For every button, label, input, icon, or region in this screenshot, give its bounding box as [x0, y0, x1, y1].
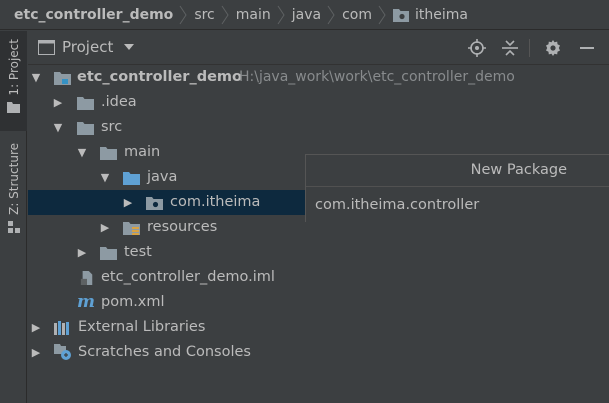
tree-label-test: test [124, 244, 152, 260]
chevron-right-icon [277, 5, 285, 24]
chevron-right-icon [221, 5, 229, 24]
package-folder-icon [393, 8, 409, 22]
tree-label-src: src [101, 119, 123, 135]
gear-icon[interactable] [544, 39, 562, 57]
expand-arrow-icon[interactable]: ▶ [99, 215, 111, 240]
tree-label-scratches: Scratches and Consoles [78, 344, 251, 360]
tree-label-external-libraries: External Libraries [78, 319, 206, 335]
expand-arrow-icon[interactable]: ▼ [52, 115, 64, 140]
breadcrumb-src[interactable]: src [194, 7, 214, 23]
package-folder-icon [146, 197, 163, 210]
tree-label-pom: pom.xml [101, 294, 165, 310]
new-package-dialog: New Package [305, 154, 609, 222]
locate-icon[interactable] [468, 39, 486, 57]
chevron-right-icon [179, 5, 187, 24]
expand-arrow-icon[interactable]: ▶ [122, 190, 134, 215]
folder-icon [100, 247, 117, 260]
breadcrumb-java[interactable]: java [292, 7, 321, 23]
expand-arrow-icon[interactable]: ▶ [52, 90, 64, 115]
expand-arrow-icon[interactable]: ▶ [30, 315, 42, 340]
expand-arrow-icon[interactable]: ▶ [76, 240, 88, 265]
tree-label-idea: .idea [101, 94, 137, 110]
breadcrumb-main[interactable]: main [236, 7, 271, 23]
project-folder-icon [38, 40, 55, 55]
folder-icon [100, 147, 117, 160]
tree-row-iml[interactable]: etc_controller_demo.iml [28, 265, 609, 290]
tool-window-strip: 1: Project Z: Structure [0, 31, 27, 403]
tree-row-scratches[interactable]: ▶ Scratches and Consoles [28, 340, 609, 365]
libraries-icon [54, 321, 69, 335]
chevron-right-icon [378, 5, 386, 24]
expand-arrow-icon[interactable]: ▼ [30, 65, 42, 90]
tree-label-resources: resources [147, 219, 218, 235]
collapse-all-icon[interactable] [501, 39, 519, 57]
tree-row-test[interactable]: ▶ test [28, 240, 609, 265]
tree-label-main: main [124, 144, 161, 160]
folder-icon [77, 97, 94, 110]
structure-tool-button[interactable]: Z: Structure [0, 143, 27, 243]
tree-label-java: java [147, 169, 178, 185]
resources-folder-icon [123, 222, 140, 235]
expand-arrow-icon[interactable]: ▼ [99, 165, 111, 190]
tree-row-external-libraries[interactable]: ▶ External Libraries [28, 315, 609, 340]
iml-file-icon [80, 271, 93, 285]
package-name-input[interactable] [306, 188, 609, 222]
folder-icon [7, 101, 20, 113]
scratches-icon [54, 344, 71, 360]
breadcrumb-com[interactable]: com [342, 7, 372, 23]
tree-row-idea[interactable]: ▶ .idea [28, 90, 609, 115]
structure-icon [7, 220, 20, 233]
root-path: H:\java_work\work\etc_controller_demo [239, 69, 515, 85]
breadcrumb-project[interactable]: etc_controller_demo [14, 7, 173, 23]
tree-label-iml: etc_controller_demo.iml [101, 269, 275, 285]
tree-label-root: etc_controller_demo [77, 69, 242, 85]
breadcrumb-itheima[interactable]: itheima [415, 7, 468, 23]
tree-row-pom[interactable]: m pom.xml [28, 290, 609, 315]
panel-title[interactable]: Project [62, 38, 113, 56]
breadcrumb: etc_controller_demo src main java com it… [0, 0, 609, 30]
project-tool-label: 1: Project [6, 39, 21, 96]
module-folder-icon [54, 72, 71, 85]
source-folder-icon [123, 172, 140, 185]
project-tool-button[interactable]: 1: Project [0, 31, 27, 131]
tree-row-src[interactable]: ▼ src [28, 115, 609, 140]
expand-arrow-icon[interactable]: ▼ [76, 140, 88, 165]
chevron-right-icon [327, 5, 335, 24]
tree-row-root[interactable]: ▼ etc_controller_demo H:\java_work\work\… [28, 65, 609, 90]
minimize-icon[interactable] [579, 39, 595, 57]
project-tree: ▼ etc_controller_demo H:\java_work\work\… [28, 65, 609, 403]
structure-tool-label: Z: Structure [6, 143, 21, 215]
folder-icon [77, 122, 94, 135]
tree-label-package: com.itheima [170, 194, 261, 210]
project-panel-header: Project [28, 31, 609, 65]
header-divider [529, 39, 530, 57]
dropdown-arrow-icon[interactable] [124, 44, 134, 50]
dialog-title: New Package [306, 155, 609, 187]
maven-icon: m [77, 292, 95, 312]
expand-arrow-icon[interactable]: ▶ [30, 340, 42, 365]
